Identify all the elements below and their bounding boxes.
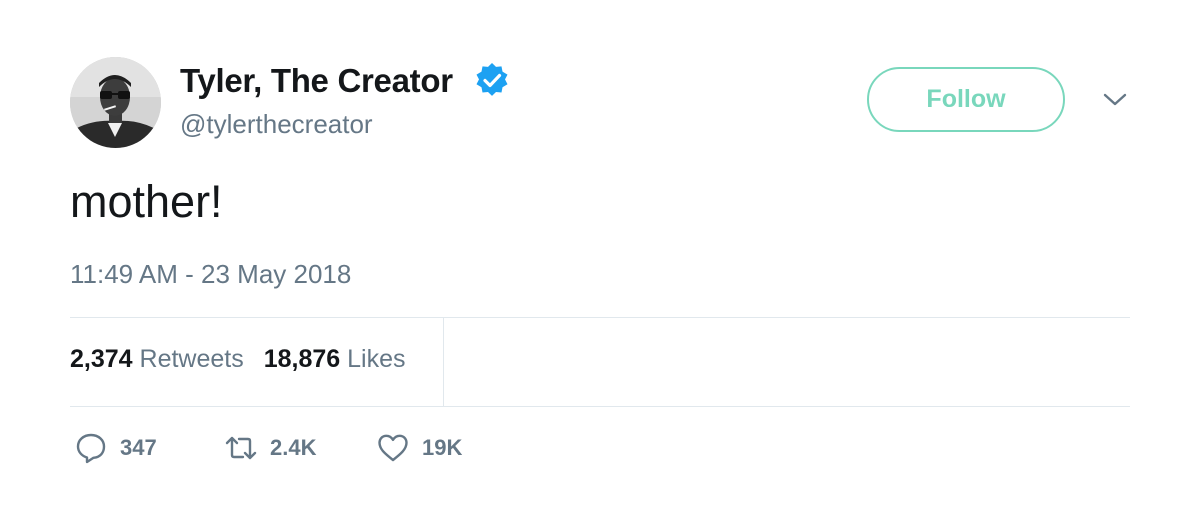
likes-count: 18,876 bbox=[263, 345, 341, 373]
reply-button[interactable]: 347 bbox=[74, 431, 157, 465]
retweet-icon bbox=[225, 436, 257, 460]
retweets-label: Retweets bbox=[139, 345, 244, 373]
retweet-count: 2.4K bbox=[270, 435, 317, 460]
likes-stat[interactable]: 18,876 Likes bbox=[264, 345, 406, 374]
divider bbox=[70, 317, 1130, 318]
user-handle[interactable]: @tylerthecreator bbox=[180, 109, 373, 140]
follow-button[interactable]: Follow bbox=[867, 67, 1065, 132]
tweet-card: Tyler, The Creator @tylerthecreator Foll… bbox=[0, 0, 1200, 515]
tweet-text: mother! bbox=[70, 176, 223, 227]
divider bbox=[443, 317, 444, 406]
retweets-stat[interactable]: 2,374 Retweets bbox=[70, 345, 244, 374]
avatar-photo bbox=[70, 57, 161, 148]
reply-count: 347 bbox=[120, 435, 157, 460]
retweet-button[interactable]: 2.4K bbox=[224, 431, 316, 465]
like-button[interactable]: 19K bbox=[376, 431, 462, 465]
reply-icon bbox=[76, 433, 106, 464]
engagement-stats: 2,374 Retweets 18,876 Likes bbox=[70, 345, 406, 374]
display-name[interactable]: Tyler, The Creator bbox=[180, 62, 453, 100]
like-icon bbox=[378, 434, 408, 462]
verified-badge-icon bbox=[476, 62, 508, 96]
like-count: 19K bbox=[422, 435, 463, 460]
tweet-timestamp[interactable]: 11:49 AM - 23 May 2018 bbox=[70, 259, 351, 290]
divider bbox=[70, 406, 1130, 407]
retweets-count: 2,374 bbox=[70, 345, 133, 373]
avatar[interactable] bbox=[70, 57, 161, 148]
likes-label: Likes bbox=[347, 345, 406, 373]
chevron-down-icon[interactable] bbox=[1101, 90, 1129, 110]
